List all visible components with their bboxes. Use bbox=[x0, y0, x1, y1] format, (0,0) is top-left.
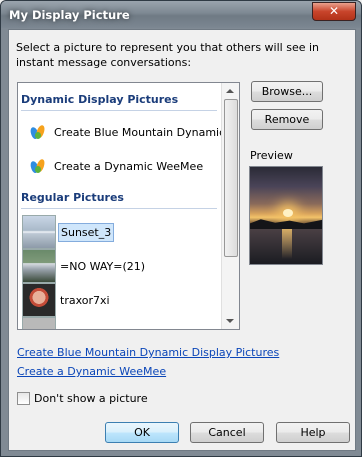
preview-sun bbox=[283, 209, 293, 217]
picture-item-traxor[interactable]: traxor7xi bbox=[22, 283, 220, 317]
picture-item-sunset[interactable]: Sunset_3 bbox=[22, 215, 220, 249]
remove-button[interactable]: Remove bbox=[251, 109, 323, 130]
dialog-window: My Display Picture ✕ Select a picture to… bbox=[0, 0, 362, 457]
close-button[interactable]: ✕ bbox=[312, 2, 356, 21]
picture-list-content: Dynamic Display Pictures Create Blue Mou… bbox=[18, 83, 239, 329]
scroll-up-arrow-icon[interactable] bbox=[226, 89, 234, 93]
picture-label: =NO WAY=(21) bbox=[60, 259, 146, 273]
dynamic-pictures-header: Dynamic Display Pictures bbox=[21, 93, 217, 111]
picture-item-no-way[interactable]: =NO WAY=(21) bbox=[22, 249, 220, 283]
scrollbar-thumb[interactable] bbox=[224, 99, 238, 257]
intro-text: Select a picture to represent you that o… bbox=[16, 41, 320, 69]
weemee-link[interactable]: Create a Dynamic WeeMee bbox=[17, 365, 166, 378]
picture-label: Sunset_3 bbox=[58, 222, 115, 242]
dont-show-picture-option[interactable]: Don't show a picture bbox=[17, 392, 148, 405]
preview-reflection bbox=[282, 229, 292, 259]
preview-image bbox=[249, 166, 323, 265]
msn-butterfly-icon bbox=[29, 158, 47, 174]
picture-listbox[interactable]: Dynamic Display Pictures Create Blue Mou… bbox=[17, 82, 240, 330]
sunset-thumbnail bbox=[22, 215, 56, 249]
picture-label: traxor7xi bbox=[60, 293, 110, 307]
preview-coastline bbox=[250, 219, 322, 229]
scroll-down-arrow-icon[interactable] bbox=[226, 319, 234, 323]
car-photo-thumbnail bbox=[22, 249, 56, 283]
list-item-weemee[interactable]: Create a Dynamic WeeMee bbox=[29, 157, 204, 175]
blue-mountain-link[interactable]: Create Blue Mountain Dynamic Display Pic… bbox=[17, 346, 279, 359]
list-item-label: Create Blue Mountain Dynamic ... bbox=[54, 125, 240, 139]
help-button[interactable]: Help bbox=[276, 422, 350, 443]
preview-label: Preview bbox=[250, 149, 293, 162]
list-item-label: Create a Dynamic WeeMee bbox=[54, 159, 204, 173]
picture-item-partial[interactable] bbox=[22, 317, 220, 329]
ok-button[interactable]: OK bbox=[105, 422, 179, 443]
person-photo-thumbnail bbox=[22, 283, 56, 317]
title-bar[interactable]: My Display Picture ✕ bbox=[1, 1, 361, 28]
regular-pictures-header: Regular Pictures bbox=[21, 191, 217, 209]
browse-button[interactable]: Browse... bbox=[251, 81, 323, 102]
list-item-blue-mountain[interactable]: Create Blue Mountain Dynamic ... bbox=[29, 123, 240, 141]
window-title: My Display Picture bbox=[9, 8, 130, 22]
partial-thumbnail bbox=[22, 317, 56, 329]
dont-show-checkbox[interactable] bbox=[17, 392, 30, 405]
cancel-button[interactable]: Cancel bbox=[190, 422, 264, 443]
dialog-client-area: Select a picture to represent you that o… bbox=[8, 29, 356, 451]
msn-butterfly-icon bbox=[29, 124, 47, 140]
list-scrollbar[interactable] bbox=[221, 83, 239, 329]
dont-show-label: Don't show a picture bbox=[34, 392, 148, 405]
